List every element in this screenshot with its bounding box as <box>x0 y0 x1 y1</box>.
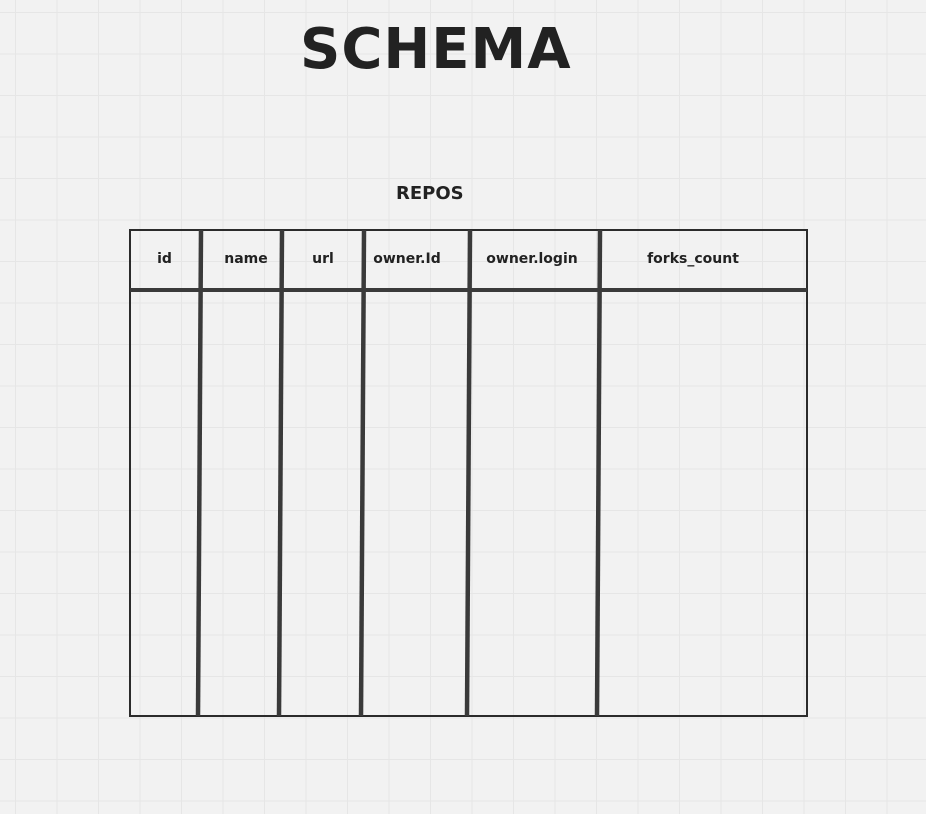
column-divider <box>358 229 367 717</box>
column-header-name: name <box>224 251 268 267</box>
column-header-forks-count: forks_count <box>647 251 739 267</box>
column-divider <box>195 229 204 717</box>
table-grid-lines <box>129 229 808 717</box>
column-header-url: url <box>312 251 334 267</box>
column-header-owner-id: owner.Id <box>373 251 441 267</box>
column-divider <box>464 229 473 717</box>
table-name-repos: REPOS <box>396 183 464 204</box>
column-divider <box>276 229 285 717</box>
repos-table: id name url owner.Id owner.login forks_c… <box>129 229 808 717</box>
column-divider <box>594 229 603 717</box>
column-header-owner-login: owner.login <box>486 251 578 267</box>
schema-title: SCHEMA <box>300 17 572 82</box>
column-header-id: id <box>157 251 172 267</box>
